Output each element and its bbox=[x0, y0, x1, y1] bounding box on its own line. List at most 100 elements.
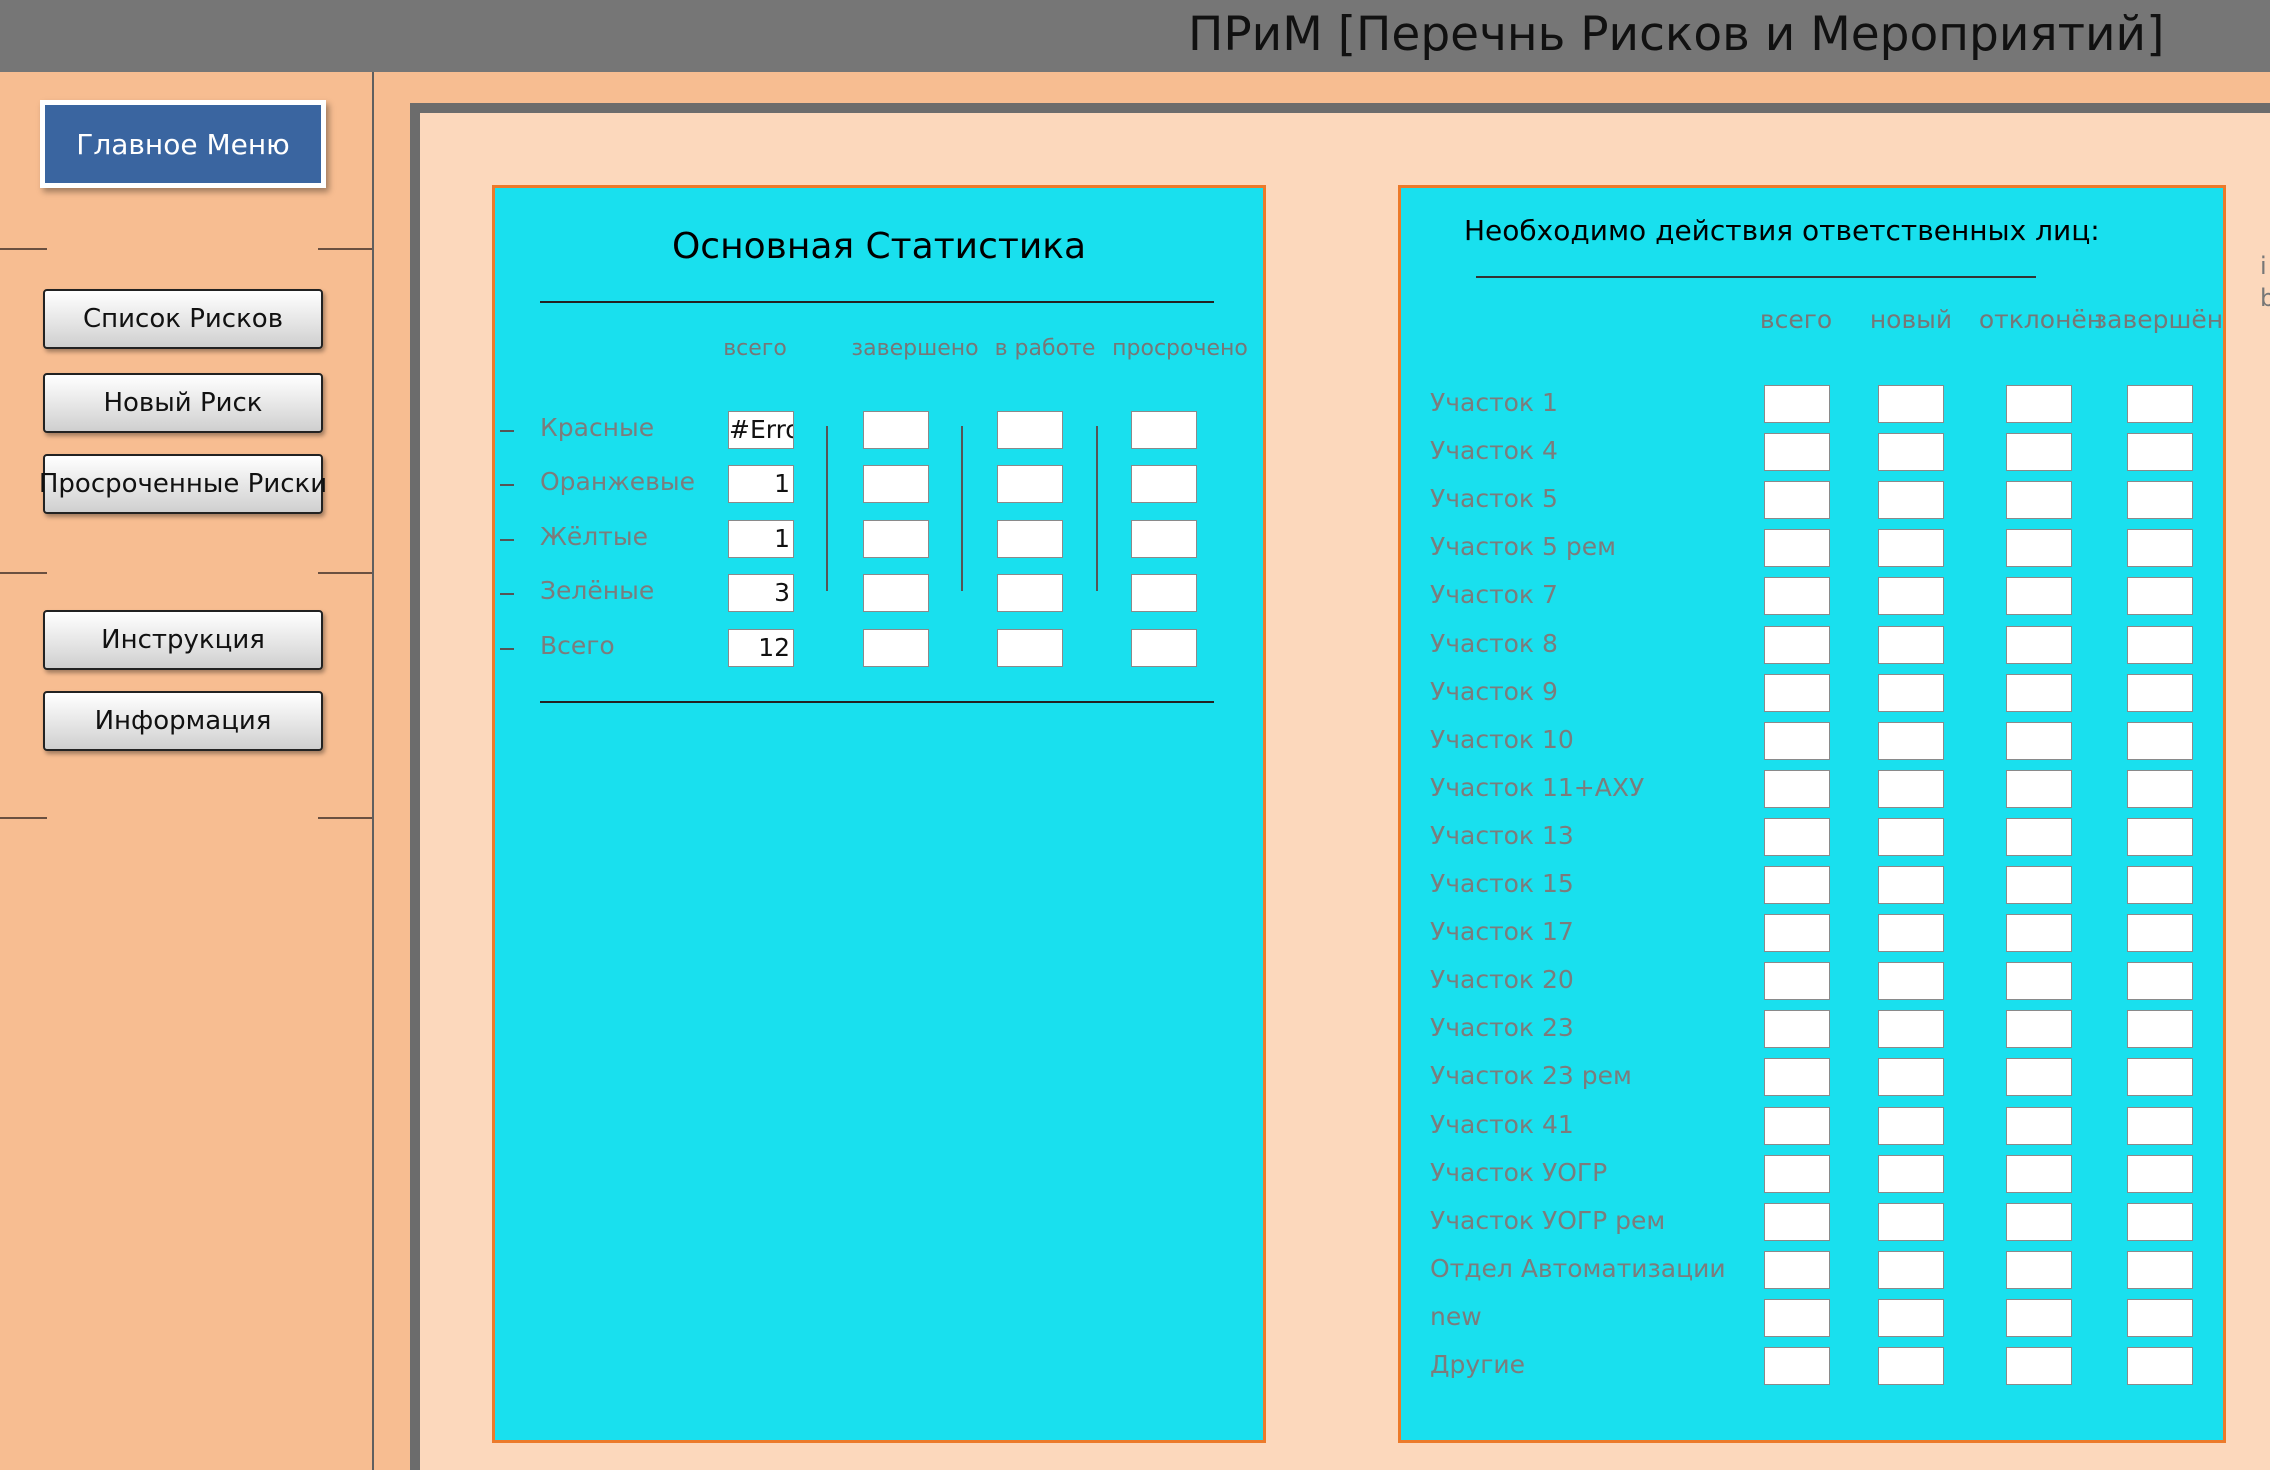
action-count-field[interactable] bbox=[1764, 433, 1830, 472]
action-count-field[interactable] bbox=[2127, 769, 2193, 808]
action-count-field[interactable] bbox=[2127, 1347, 2193, 1385]
action-count-field[interactable] bbox=[2006, 866, 2072, 904]
action-count-field[interactable] bbox=[2006, 914, 2072, 953]
stats-value-field[interactable] bbox=[997, 465, 1063, 503]
stats-value-field[interactable] bbox=[997, 520, 1063, 558]
action-count-field[interactable] bbox=[2127, 481, 2193, 520]
action-count-field[interactable] bbox=[2127, 625, 2193, 664]
action-count-field[interactable] bbox=[2006, 529, 2072, 568]
action-count-field[interactable] bbox=[1764, 1010, 1830, 1049]
action-count-field[interactable] bbox=[1878, 1058, 1944, 1097]
action-count-field[interactable] bbox=[1764, 769, 1830, 808]
action-count-field[interactable] bbox=[1878, 914, 1944, 953]
stats-value-field[interactable] bbox=[997, 629, 1063, 667]
action-count-field[interactable] bbox=[2006, 1298, 2072, 1337]
action-count-field[interactable] bbox=[1764, 385, 1830, 423]
action-count-field[interactable] bbox=[1878, 1106, 1944, 1145]
stats-value-field[interactable] bbox=[1131, 574, 1197, 612]
action-count-field[interactable] bbox=[2006, 1250, 2072, 1289]
action-count-field[interactable] bbox=[2127, 529, 2193, 568]
action-count-field[interactable] bbox=[2127, 1106, 2193, 1145]
stats-value-field[interactable] bbox=[863, 574, 929, 612]
action-count-field[interactable] bbox=[2006, 721, 2072, 760]
risk-list-button[interactable]: Список Рисков bbox=[43, 289, 323, 349]
action-count-field[interactable] bbox=[1764, 529, 1830, 568]
action-count-field[interactable] bbox=[1764, 817, 1830, 856]
action-count-field[interactable] bbox=[2127, 577, 2193, 616]
stats-value-field[interactable] bbox=[1131, 411, 1197, 449]
action-count-field[interactable] bbox=[2006, 1154, 2072, 1193]
information-button[interactable]: Информация bbox=[43, 691, 323, 751]
action-count-field[interactable] bbox=[1878, 1154, 1944, 1193]
action-count-field[interactable] bbox=[2006, 625, 2072, 664]
action-count-field[interactable] bbox=[1878, 529, 1944, 568]
stats-value-field[interactable] bbox=[997, 411, 1063, 449]
action-count-field[interactable] bbox=[1764, 1298, 1830, 1337]
action-count-field[interactable] bbox=[1878, 817, 1944, 856]
action-count-field[interactable] bbox=[2006, 433, 2072, 472]
action-count-field[interactable] bbox=[2127, 1202, 2193, 1241]
action-count-field[interactable] bbox=[1878, 769, 1944, 808]
action-count-field[interactable] bbox=[1764, 866, 1830, 904]
action-count-field[interactable] bbox=[2127, 962, 2193, 1001]
action-count-field[interactable] bbox=[1878, 1250, 1944, 1289]
stats-value-field[interactable] bbox=[863, 629, 929, 667]
action-count-field[interactable] bbox=[1878, 625, 1944, 664]
action-count-field[interactable] bbox=[1878, 673, 1944, 712]
action-count-field[interactable] bbox=[1878, 1010, 1944, 1049]
action-count-field[interactable] bbox=[1764, 1202, 1830, 1241]
action-count-field[interactable] bbox=[1878, 1298, 1944, 1337]
action-count-field[interactable] bbox=[1764, 721, 1830, 760]
action-count-field[interactable] bbox=[2006, 1202, 2072, 1241]
overdue-risks-button[interactable]: Просроченные Риски bbox=[39, 454, 327, 514]
action-count-field[interactable] bbox=[2127, 433, 2193, 472]
action-count-field[interactable] bbox=[1764, 625, 1830, 664]
action-count-field[interactable] bbox=[2006, 385, 2072, 423]
action-count-field[interactable] bbox=[2127, 1298, 2193, 1337]
action-count-field[interactable] bbox=[2127, 1250, 2193, 1289]
action-count-field[interactable] bbox=[1878, 962, 1944, 1001]
stats-total-field[interactable]: 3 bbox=[728, 574, 794, 612]
action-count-field[interactable] bbox=[2127, 385, 2193, 423]
action-count-field[interactable] bbox=[1764, 962, 1830, 1001]
stats-value-field[interactable] bbox=[997, 574, 1063, 612]
action-count-field[interactable] bbox=[2006, 481, 2072, 520]
action-count-field[interactable] bbox=[1878, 433, 1944, 472]
stats-total-field[interactable]: #Error bbox=[728, 411, 794, 449]
action-count-field[interactable] bbox=[2127, 673, 2193, 712]
action-count-field[interactable] bbox=[1764, 481, 1830, 520]
stats-value-field[interactable] bbox=[863, 411, 929, 449]
action-count-field[interactable] bbox=[1764, 673, 1830, 712]
action-count-field[interactable] bbox=[1878, 1202, 1944, 1241]
stats-total-field[interactable]: 12 bbox=[728, 629, 794, 667]
stats-value-field[interactable] bbox=[1131, 629, 1197, 667]
stats-total-field[interactable]: 1 bbox=[728, 520, 794, 558]
action-count-field[interactable] bbox=[2006, 1010, 2072, 1049]
stats-value-field[interactable] bbox=[863, 465, 929, 503]
action-count-field[interactable] bbox=[2006, 577, 2072, 616]
action-count-field[interactable] bbox=[2006, 1347, 2072, 1385]
action-count-field[interactable] bbox=[1878, 721, 1944, 760]
stats-value-field[interactable] bbox=[1131, 520, 1197, 558]
action-count-field[interactable] bbox=[2006, 817, 2072, 856]
action-count-field[interactable] bbox=[2127, 817, 2193, 856]
action-count-field[interactable] bbox=[1878, 385, 1944, 423]
stats-value-field[interactable] bbox=[1131, 465, 1197, 503]
action-count-field[interactable] bbox=[1878, 866, 1944, 904]
action-count-field[interactable] bbox=[2006, 962, 2072, 1001]
action-count-field[interactable] bbox=[1764, 1058, 1830, 1097]
action-count-field[interactable] bbox=[1764, 1347, 1830, 1385]
action-count-field[interactable] bbox=[2127, 721, 2193, 760]
action-count-field[interactable] bbox=[2006, 673, 2072, 712]
action-count-field[interactable] bbox=[1878, 577, 1944, 616]
action-count-field[interactable] bbox=[1878, 481, 1944, 520]
action-count-field[interactable] bbox=[1764, 1250, 1830, 1289]
action-count-field[interactable] bbox=[2006, 1106, 2072, 1145]
action-count-field[interactable] bbox=[2006, 769, 2072, 808]
action-count-field[interactable] bbox=[1764, 577, 1830, 616]
stats-value-field[interactable] bbox=[863, 520, 929, 558]
new-risk-button[interactable]: Новый Риск bbox=[43, 373, 323, 433]
action-count-field[interactable] bbox=[2127, 1058, 2193, 1097]
action-count-field[interactable] bbox=[2006, 1058, 2072, 1097]
instruction-button[interactable]: Инструкция bbox=[43, 610, 323, 670]
